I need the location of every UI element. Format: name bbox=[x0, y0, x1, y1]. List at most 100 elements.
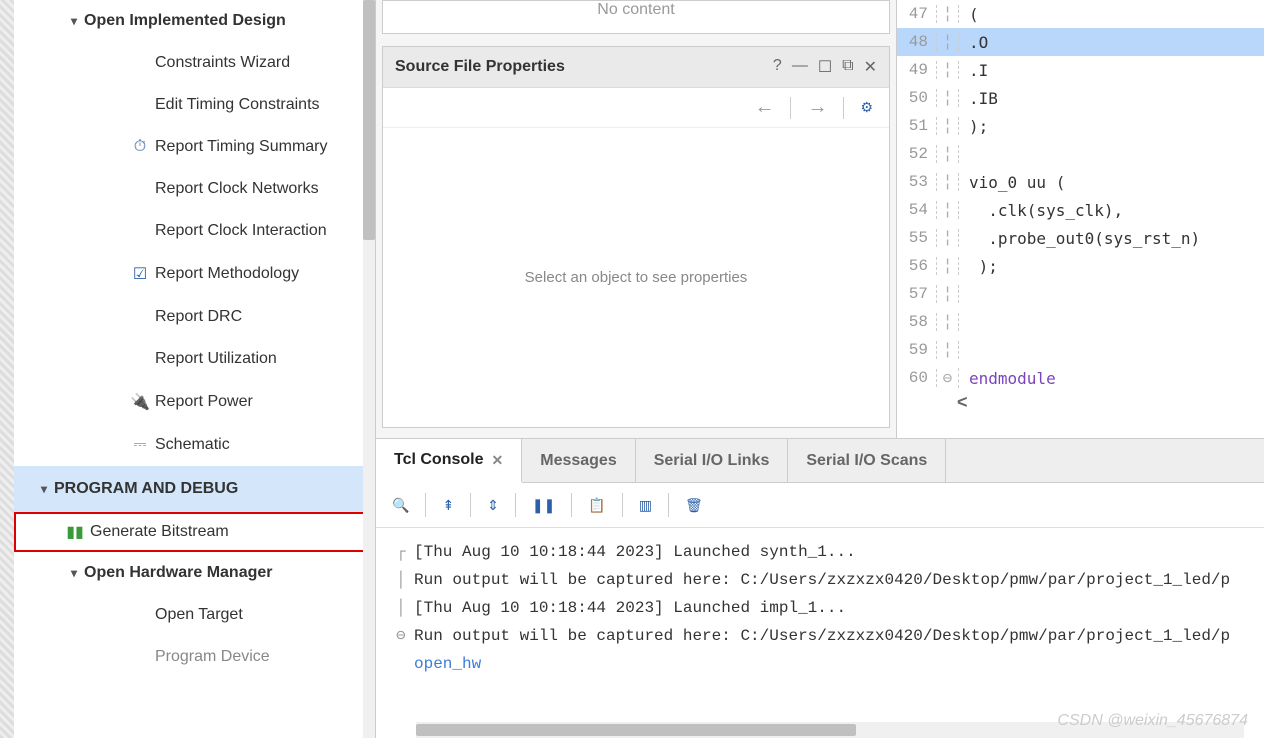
window-edge bbox=[0, 0, 14, 738]
tab-tcl-console[interactable]: Tcl Console ✕ bbox=[376, 439, 522, 483]
columns-icon[interactable]: ▥ bbox=[639, 497, 652, 514]
sidebar-scrollbar[interactable] bbox=[363, 0, 375, 738]
code-line[interactable]: 59¦ bbox=[897, 336, 1264, 364]
report-timing-summary[interactable]: ⏱ Report Timing Summary bbox=[14, 126, 375, 168]
checklist-icon: ☑ bbox=[129, 264, 151, 284]
report-drc[interactable]: Report DRC bbox=[14, 296, 375, 338]
code-line[interactable]: 48¦.O bbox=[897, 28, 1264, 56]
tree-label: Report Utilization bbox=[155, 350, 365, 368]
schematic-icon: ⎓ bbox=[129, 436, 151, 454]
code-line[interactable]: 50¦.IB bbox=[897, 84, 1264, 112]
console-h-scrollbar[interactable] bbox=[416, 722, 1244, 738]
code-text: endmodule bbox=[959, 369, 1264, 388]
collapse-marker-icon[interactable]: ⊖ bbox=[396, 622, 406, 650]
tab-serial-io-links[interactable]: Serial I/O Links bbox=[636, 439, 789, 482]
panel-title: Source File Properties bbox=[395, 58, 565, 76]
code-line[interactable]: 57¦ bbox=[897, 280, 1264, 308]
console-line: [Thu Aug 10 10:18:44 2023] Launched impl… bbox=[414, 599, 846, 617]
console-line: Run output will be captured here: C:/Use… bbox=[414, 571, 1230, 589]
generate-bitstream[interactable]: ▮▮ Generate Bitstream bbox=[14, 512, 375, 552]
report-clock-networks[interactable]: Report Clock Networks bbox=[14, 168, 375, 210]
open-target[interactable]: Open Target bbox=[14, 594, 375, 636]
expand-all-icon[interactable]: ⇕ bbox=[487, 497, 499, 514]
line-number: 57 bbox=[897, 285, 937, 303]
line-number: 56 bbox=[897, 257, 937, 275]
tree-label: Report Methodology bbox=[155, 265, 365, 283]
code-text: .O bbox=[959, 33, 1264, 52]
gutter: ¦ bbox=[937, 257, 959, 275]
scrollbar-thumb[interactable] bbox=[416, 724, 856, 736]
help-icon[interactable]: ? bbox=[773, 57, 782, 77]
line-number: 47 bbox=[897, 5, 937, 23]
open-implemented-design[interactable]: ▾ Open Implemented Design bbox=[14, 0, 375, 42]
fold-icon[interactable]: ⊖ bbox=[937, 368, 959, 388]
console-command-link[interactable]: open_hw bbox=[414, 655, 481, 673]
gutter: ¦ bbox=[937, 285, 959, 303]
gutter: ¦ bbox=[937, 173, 959, 191]
no-content-label: No content bbox=[597, 1, 674, 18]
report-power[interactable]: 🔌 Report Power bbox=[14, 380, 375, 424]
collapse-all-icon[interactable]: ⇞ bbox=[442, 497, 454, 514]
code-line[interactable]: 53¦vio_0 uu ( bbox=[897, 168, 1264, 196]
code-line[interactable]: 52¦ bbox=[897, 140, 1264, 168]
code-line[interactable]: 47¦( bbox=[897, 0, 1264, 28]
report-utilization[interactable]: Report Utilization bbox=[14, 338, 375, 380]
forward-arrow-icon[interactable]: → bbox=[807, 96, 827, 119]
section-label: PROGRAM AND DEBUG bbox=[54, 480, 365, 498]
tab-serial-io-scans[interactable]: Serial I/O Scans bbox=[788, 439, 946, 482]
pause-icon[interactable]: ❚❚ bbox=[532, 497, 555, 514]
console-output[interactable]: ┌[Thu Aug 10 10:18:44 2023] Launched syn… bbox=[376, 528, 1264, 738]
code-text: .clk(sys_clk), bbox=[959, 201, 1264, 220]
line-number: 54 bbox=[897, 201, 937, 219]
source-file-properties-panel: Source File Properties ? — ☐ ⧉ ✕ ← → ⚙ bbox=[382, 46, 890, 428]
open-hardware-manager[interactable]: ▾ Open Hardware Manager bbox=[14, 552, 375, 594]
tree-label: Report Power bbox=[155, 393, 365, 411]
line-number: 55 bbox=[897, 229, 937, 247]
code-editor[interactable]: 47¦(48¦.O49¦.I50¦.IB51¦);52¦53¦vio_0 uu … bbox=[896, 0, 1264, 438]
program-device[interactable]: Program Device bbox=[14, 636, 375, 678]
divider bbox=[470, 493, 471, 517]
tab-close-icon[interactable]: ✕ bbox=[492, 452, 504, 469]
search-icon[interactable]: 🔍 bbox=[392, 497, 409, 514]
code-scroll-left-icon[interactable]: < bbox=[897, 392, 1264, 413]
tree-label: Report Timing Summary bbox=[155, 138, 365, 156]
chevron-down-icon: ▾ bbox=[34, 482, 54, 496]
report-clock-interaction[interactable]: Report Clock Interaction bbox=[14, 210, 375, 252]
scrollbar-thumb[interactable] bbox=[363, 0, 375, 240]
divider bbox=[425, 493, 426, 517]
report-methodology[interactable]: ☑ Report Methodology bbox=[14, 252, 375, 296]
chevron-down-icon: ▾ bbox=[64, 14, 84, 28]
code-line[interactable]: 51¦); bbox=[897, 112, 1264, 140]
code-line[interactable]: 49¦.I bbox=[897, 56, 1264, 84]
back-arrow-icon[interactable]: ← bbox=[754, 96, 774, 119]
code-text: .IB bbox=[959, 89, 1264, 108]
popout-icon[interactable]: ⧉ bbox=[842, 57, 853, 77]
code-line[interactable]: 60⊖endmodule bbox=[897, 364, 1264, 392]
line-number: 59 bbox=[897, 341, 937, 359]
edit-timing-constraints[interactable]: Edit Timing Constraints bbox=[14, 84, 375, 126]
gutter: ¦ bbox=[937, 313, 959, 331]
program-and-debug-section[interactable]: ▾ PROGRAM AND DEBUG bbox=[14, 466, 375, 512]
code-line[interactable]: 58¦ bbox=[897, 308, 1264, 336]
schematic[interactable]: ⎓ Schematic bbox=[14, 424, 375, 466]
bitstream-icon: ▮▮ bbox=[64, 522, 86, 542]
line-number: 53 bbox=[897, 173, 937, 191]
copy-icon[interactable]: 📋 bbox=[588, 497, 605, 514]
gutter: ¦ bbox=[937, 201, 959, 219]
trash-icon[interactable]: 🗑 bbox=[685, 497, 703, 514]
code-line[interactable]: 54¦ .clk(sys_clk), bbox=[897, 196, 1264, 224]
line-number: 50 bbox=[897, 89, 937, 107]
minimize-icon[interactable]: — bbox=[792, 57, 808, 77]
close-icon[interactable]: ✕ bbox=[864, 57, 877, 77]
constraints-wizard[interactable]: Constraints Wizard bbox=[14, 42, 375, 84]
maximize-icon[interactable]: ☐ bbox=[818, 57, 832, 77]
tab-label: Serial I/O Scans bbox=[806, 452, 927, 470]
tab-messages[interactable]: Messages bbox=[522, 439, 636, 482]
tree-label: Schematic bbox=[155, 436, 365, 454]
code-line[interactable]: 55¦ .probe_out0(sys_rst_n) bbox=[897, 224, 1264, 252]
gear-icon[interactable]: ⚙ bbox=[860, 99, 873, 116]
bottom-tabs: Tcl Console ✕ Messages Serial I/O Links … bbox=[376, 439, 1264, 483]
line-number: 51 bbox=[897, 117, 937, 135]
code-line[interactable]: 56¦ ); bbox=[897, 252, 1264, 280]
divider bbox=[668, 493, 669, 517]
